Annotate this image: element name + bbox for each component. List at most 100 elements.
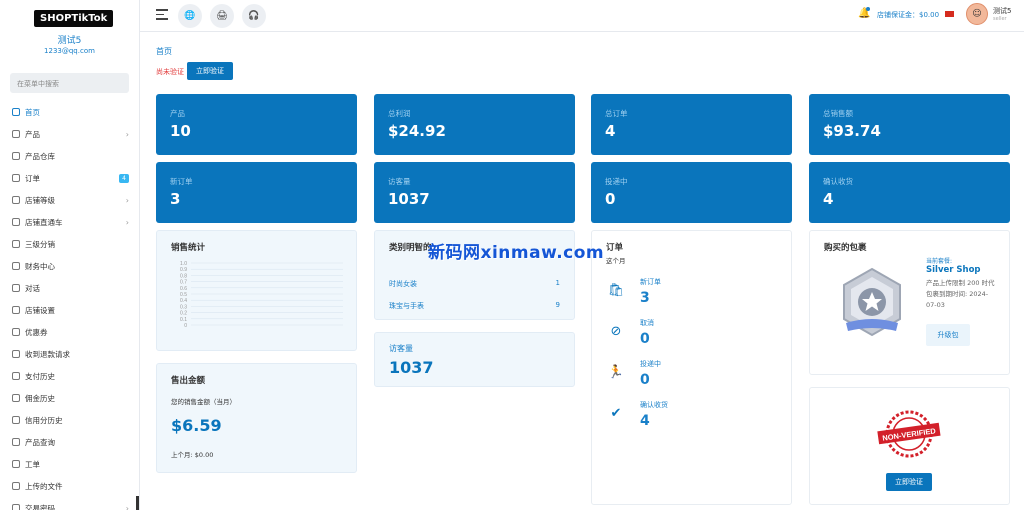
verify-now-button-2[interactable]: 立即验证: [886, 473, 932, 491]
sidebar-item-label: 产品: [25, 129, 40, 139]
stat-value: 0: [605, 190, 616, 208]
y-tick-label: 0.2: [180, 311, 187, 317]
logo[interactable]: SHOPTikTok: [34, 6, 139, 30]
order-row[interactable]: ⊘ 取消 0: [606, 318, 777, 347]
sidebar-item-16[interactable]: 工单: [0, 453, 139, 475]
breadcrumb[interactable]: 首页: [156, 46, 172, 57]
orders-title: 订单: [606, 243, 624, 253]
ticket-icon: [12, 460, 20, 468]
profile-name: 测试5: [57, 36, 82, 46]
stat-card-1: 总利润 $24.92: [374, 94, 575, 155]
sidebar-item-label: 工单: [25, 459, 40, 469]
visitors-panel: 访客量 1037: [374, 332, 575, 387]
stat-card-2: 总订单 4: [591, 94, 792, 155]
stat-label: 新订单: [170, 177, 193, 186]
sales-amount-panel: 售出金额 您的销售金额（当月） $6.59 上个月: $0.00: [156, 363, 357, 473]
sidebar-item-label: 佣金历史: [25, 393, 55, 403]
sales-amount-title: 售出金额: [171, 376, 206, 386]
sidebar-item-2[interactable]: 产品仓库: [0, 145, 139, 167]
sidebar-item-13[interactable]: 佣金历史: [0, 387, 139, 409]
user-name[interactable]: 测试5: [993, 6, 1011, 16]
verify-now-button[interactable]: 立即验证: [187, 62, 233, 80]
order-row[interactable]: 🛍 新订单 3: [606, 277, 777, 306]
stat-card-3: 总销售额 $93.74: [809, 94, 1010, 155]
package-current-label: 当前套餐:: [926, 258, 953, 265]
file-icon: [12, 482, 20, 490]
sidebar-item-0[interactable]: 首页: [0, 101, 139, 123]
category-row[interactable]: 珠宝与手表 9: [389, 301, 560, 311]
main-content: 首页 尚未验证 立即验证 产品 10 总利润 $24.92 总订单 4 总销售额 $93.74…: [140, 32, 1024, 510]
headset-icon[interactable]: 🎧: [242, 4, 266, 28]
order-row[interactable]: ✔ 确认收货 4: [606, 400, 777, 429]
order-value: 4: [640, 413, 650, 429]
sidebar-item-15[interactable]: 产品查询: [0, 431, 139, 453]
sidebar-item-3[interactable]: 订单 4: [0, 167, 139, 189]
topbar: 🌐 🖨 🎧 🔔 店铺保证金：$0.00 ☺ 测试5 seller: [140, 0, 1024, 32]
orders-subtitle: 这个月: [606, 257, 626, 265]
sidebar-item-8[interactable]: 对话: [0, 277, 139, 299]
upgrade-package-button[interactable]: 升级包: [926, 324, 970, 346]
sidebar-item-18[interactable]: 交易密码 ›: [0, 497, 139, 510]
sidebar-item-label: 产品仓库: [25, 151, 55, 161]
sidebar-scrollbar[interactable]: [136, 496, 139, 510]
globe-icon[interactable]: 🌐: [178, 4, 202, 28]
order-label: 取消: [640, 319, 654, 327]
package-name: Silver Shop: [926, 265, 981, 275]
stat-value: 10: [170, 122, 191, 140]
order-label: 确认收货: [640, 401, 668, 409]
stat-label: 确认收货: [823, 177, 853, 186]
order-value: 0: [640, 331, 650, 347]
sidebar-item-17[interactable]: 上传的文件: [0, 475, 139, 497]
lock-icon: [12, 504, 20, 510]
network-icon: [12, 240, 20, 248]
sidebar-menu: 首页产品 › 产品仓库订单 4 店铺等级 › 店铺直通车 › 三级分销 财务中心 对话店铺设置优惠券…: [0, 101, 139, 510]
logo-text: SHOPTikTok: [34, 9, 114, 27]
cancel-icon: ⊘: [610, 324, 622, 339]
order-value: 3: [640, 290, 650, 306]
stat-label: 总利润: [388, 109, 411, 118]
category-row[interactable]: 时尚女装 1: [389, 279, 560, 289]
sidebar-item-11[interactable]: 收到退款请求: [0, 343, 139, 365]
commission-icon: [12, 394, 20, 402]
package-description: 产品上传限制 200 时代包裹到期时间: 2024-07-03: [926, 279, 995, 309]
chat-icon: [12, 284, 20, 292]
payment-icon: [12, 372, 20, 380]
coupon-icon: [12, 328, 20, 336]
sidebar-item-label: 店铺设置: [25, 305, 55, 315]
sidebar-item-14[interactable]: 信用分历史: [0, 409, 139, 431]
order-row[interactable]: 🏃 投递中 0: [606, 359, 777, 388]
chevron-right-icon: ›: [125, 129, 129, 139]
sidebar-item-label: 支付历史: [25, 371, 55, 381]
sales-last-month: 上个月: $0.00: [171, 451, 214, 459]
avatar[interactable]: ☺: [966, 3, 988, 25]
sidebar-item-7[interactable]: 财务中心: [0, 255, 139, 277]
user-role: seller: [993, 16, 1007, 22]
new-order-icon: 🛍: [607, 283, 625, 298]
sidebar-item-9[interactable]: 店铺设置: [0, 299, 139, 321]
sidebar-item-4[interactable]: 店铺等级 ›: [0, 189, 139, 211]
sidebar-item-5[interactable]: 店铺直通车 ›: [0, 211, 139, 233]
flag-icon[interactable]: [945, 11, 954, 17]
sidebar-item-12[interactable]: 支付历史: [0, 365, 139, 387]
stat-card-7: 确认收货 4: [809, 162, 1010, 223]
shop-deposit: 店铺保证金：$0.00: [877, 11, 940, 19]
settings-icon: [12, 306, 20, 314]
order-label: 新订单: [640, 278, 661, 286]
non-verified-stamp-icon: NON-VERIFIED: [877, 410, 941, 458]
y-tick-label: 0.6: [180, 286, 187, 292]
menu-toggle-icon[interactable]: [156, 9, 168, 21]
menu-search-input[interactable]: 在菜单中搜索: [10, 73, 129, 93]
stat-card-5: 访客量 1037: [374, 162, 575, 223]
sidebar-item-label: 上传的文件: [25, 481, 63, 491]
sidebar-item-6[interactable]: 三级分销: [0, 233, 139, 255]
visitors-value: 1037: [389, 358, 434, 377]
sidebar-item-1[interactable]: 产品 ›: [0, 123, 139, 145]
watermark: 新码网xinmaw.com: [428, 243, 605, 263]
stat-value: 4: [605, 122, 616, 140]
stat-card-6: 投递中 0: [591, 162, 792, 223]
sidebar-item-10[interactable]: 优惠券: [0, 321, 139, 343]
sidebar-item-label: 订单: [25, 173, 40, 183]
stat-card-4: 新订单 3: [156, 162, 357, 223]
printer-icon[interactable]: 🖨: [210, 4, 234, 28]
order-label: 投递中: [640, 360, 661, 368]
